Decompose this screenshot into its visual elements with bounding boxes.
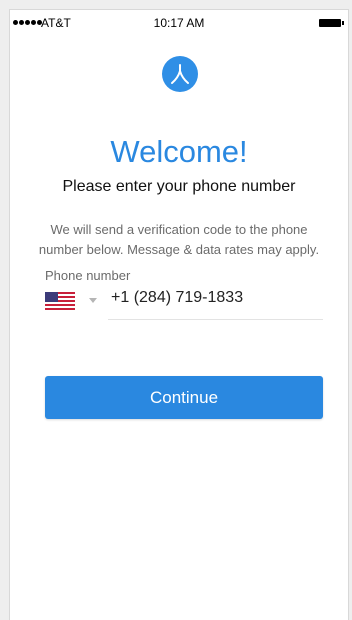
status-time: 10:17 AM <box>153 16 205 30</box>
phone-input-underline <box>108 319 323 320</box>
battery-icon <box>319 19 344 27</box>
country-dropdown-chevron-icon[interactable] <box>89 298 97 303</box>
page-subtitle: Please enter your phone number <box>62 178 296 195</box>
verification-description: We will send a verification code to the … <box>10 220 348 260</box>
us-flag-icon[interactable] <box>45 292 75 310</box>
app-screen: AT&T 10:17 AM Welcome! Please enter your… <box>9 9 349 620</box>
status-bar: AT&T 10:17 AM <box>10 10 348 36</box>
description-line-2: number below. Message & data rates may a… <box>38 242 320 257</box>
app-logo-icon <box>162 56 198 92</box>
phone-number-label: Phone number <box>45 268 131 283</box>
phone-number-input[interactable] <box>111 289 321 307</box>
continue-button[interactable]: Continue <box>45 376 323 419</box>
page-title: Welcome! <box>110 134 248 169</box>
description-line-1: We will send a verification code to the … <box>50 222 308 237</box>
